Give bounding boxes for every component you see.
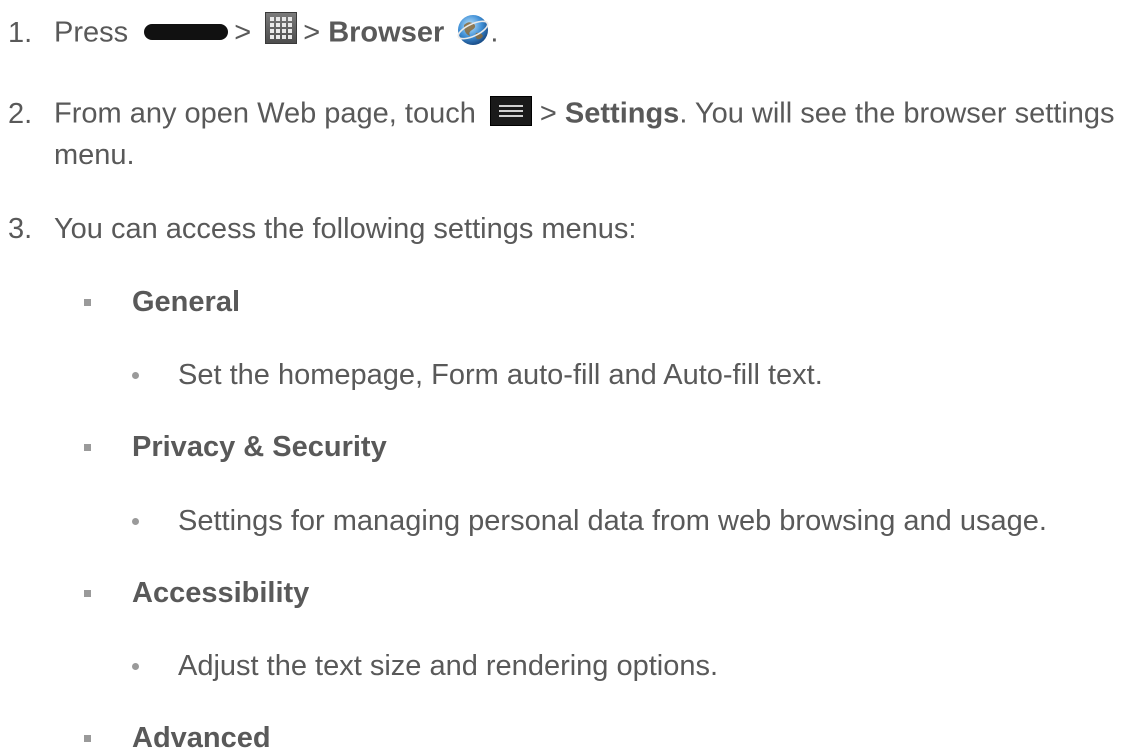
step-end: . — [490, 16, 499, 49]
menu-key-icon — [489, 96, 532, 126]
menu-title-privacy: Privacy & Security — [132, 431, 387, 463]
step-text: You can access the following settings me… — [54, 213, 637, 245]
home-key-icon — [144, 24, 229, 40]
step-2-wrap: menu. — [54, 139, 135, 171]
step-number: 2. — [8, 97, 33, 130]
square-bullet-icon — [84, 299, 91, 306]
dot-bullet-icon — [132, 663, 139, 670]
dot-bullet-icon — [132, 518, 139, 525]
step-3: 3. You can access the following settings … — [8, 212, 637, 246]
step-2: 2. From any open Web page, touch > Settin… — [8, 96, 1115, 134]
separator: > — [303, 16, 321, 49]
menu-desc-accessibility: Adjust the text size and rendering optio… — [178, 650, 719, 682]
menu-title-advanced: Advanced — [132, 722, 271, 754]
menu-title-general: General — [132, 286, 240, 318]
dot-bullet-icon — [132, 372, 139, 379]
browser-globe-icon — [457, 15, 489, 45]
instructions-page: 1. Press > > Browser . 2. From any open We… — [0, 0, 1143, 754]
apps-grid-icon — [265, 12, 298, 44]
square-bullet-icon — [84, 735, 91, 742]
separator: > — [234, 16, 252, 49]
square-bullet-icon — [84, 444, 91, 451]
step-number: 1. — [8, 16, 33, 49]
step-1: 1. Press > > Browser . — [8, 12, 498, 56]
separator: > — [539, 97, 557, 130]
browser-label: Browser — [328, 16, 445, 49]
menu-desc-privacy: Settings for managing personal data from… — [178, 505, 1047, 537]
step-text: Press — [54, 16, 129, 49]
menu-title-accessibility: Accessibility — [132, 577, 310, 609]
step-text: . You will see the browser settings — [679, 97, 1115, 130]
step-text: From any open Web page, touch — [54, 97, 476, 130]
settings-label: Settings — [564, 97, 680, 130]
menu-desc-general: Set the homepage, Form auto-fill and Aut… — [178, 359, 823, 391]
square-bullet-icon — [84, 590, 91, 597]
step-number: 3. — [8, 213, 33, 245]
